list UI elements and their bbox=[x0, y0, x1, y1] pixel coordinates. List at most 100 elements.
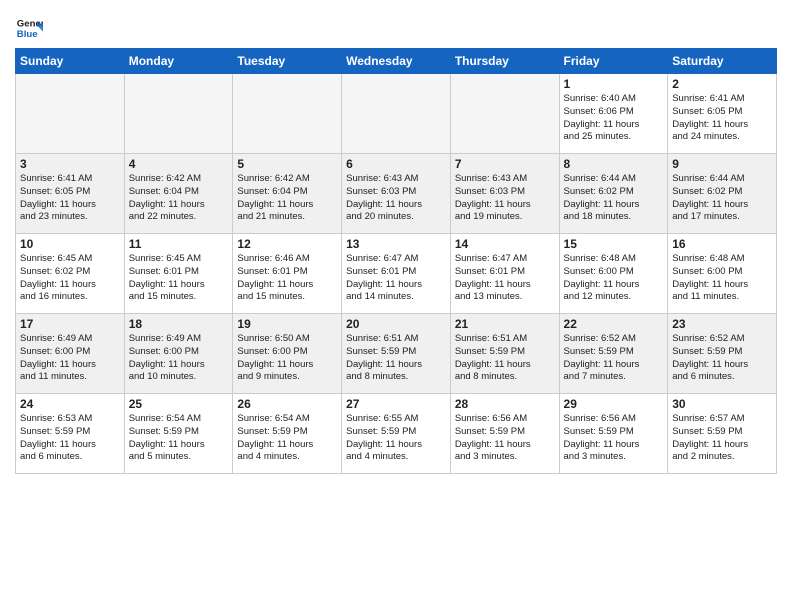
logo-icon: General Blue bbox=[15, 14, 43, 42]
day-number: 4 bbox=[129, 157, 229, 171]
day-number: 5 bbox=[237, 157, 337, 171]
calendar-cell: 16 Sunrise: 6:48 AMSunset: 6:00 PMDayligh… bbox=[668, 234, 777, 314]
day-info: Sunrise: 6:49 AMSunset: 6:00 PMDaylight:… bbox=[129, 333, 229, 384]
day-number: 30 bbox=[672, 397, 772, 411]
calendar-week-row: 3 Sunrise: 6:41 AMSunset: 6:05 PMDaylight… bbox=[16, 154, 777, 234]
day-info: Sunrise: 6:47 AMSunset: 6:01 PMDaylight:… bbox=[346, 253, 446, 304]
day-number: 25 bbox=[129, 397, 229, 411]
weekday-header-wednesday: Wednesday bbox=[342, 49, 451, 74]
day-number: 22 bbox=[564, 317, 664, 331]
calendar-week-row: 1 Sunrise: 6:40 AMSunset: 6:06 PMDaylight… bbox=[16, 74, 777, 154]
day-info: Sunrise: 6:42 AMSunset: 6:04 PMDaylight:… bbox=[129, 173, 229, 224]
day-number: 1 bbox=[564, 77, 664, 91]
day-number: 15 bbox=[564, 237, 664, 251]
weekday-header-saturday: Saturday bbox=[668, 49, 777, 74]
day-number: 23 bbox=[672, 317, 772, 331]
day-info: Sunrise: 6:46 AMSunset: 6:01 PMDaylight:… bbox=[237, 253, 337, 304]
day-info: Sunrise: 6:52 AMSunset: 5:59 PMDaylight:… bbox=[564, 333, 664, 384]
calendar-cell: 1 Sunrise: 6:40 AMSunset: 6:06 PMDaylight… bbox=[559, 74, 668, 154]
weekday-header-thursday: Thursday bbox=[450, 49, 559, 74]
calendar-cell bbox=[16, 74, 125, 154]
calendar-cell: 2 Sunrise: 6:41 AMSunset: 6:05 PMDaylight… bbox=[668, 74, 777, 154]
calendar-cell: 10 Sunrise: 6:45 AMSunset: 6:02 PMDayligh… bbox=[16, 234, 125, 314]
day-info: Sunrise: 6:51 AMSunset: 5:59 PMDaylight:… bbox=[455, 333, 555, 384]
weekday-header-monday: Monday bbox=[124, 49, 233, 74]
day-info: Sunrise: 6:56 AMSunset: 5:59 PMDaylight:… bbox=[564, 413, 664, 464]
day-info: Sunrise: 6:52 AMSunset: 5:59 PMDaylight:… bbox=[672, 333, 772, 384]
weekday-header-tuesday: Tuesday bbox=[233, 49, 342, 74]
day-number: 10 bbox=[20, 237, 120, 251]
calendar-cell: 28Sunrise: 6:56 AMSunset: 5:59 PMDayligh… bbox=[450, 394, 559, 474]
day-number: 14 bbox=[455, 237, 555, 251]
day-number: 9 bbox=[672, 157, 772, 171]
calendar-cell: 12 Sunrise: 6:46 AMSunset: 6:01 PMDayligh… bbox=[233, 234, 342, 314]
weekday-header-sunday: Sunday bbox=[16, 49, 125, 74]
day-number: 27 bbox=[346, 397, 446, 411]
calendar-week-row: 24 Sunrise: 6:53 AMSunset: 5:59 PMDayligh… bbox=[16, 394, 777, 474]
calendar-cell: 3 Sunrise: 6:41 AMSunset: 6:05 PMDaylight… bbox=[16, 154, 125, 234]
calendar-cell: 27 Sunrise: 6:55 AMSunset: 5:59 PMDayligh… bbox=[342, 394, 451, 474]
calendar-cell: 24 Sunrise: 6:53 AMSunset: 5:59 PMDayligh… bbox=[16, 394, 125, 474]
calendar-week-row: 10 Sunrise: 6:45 AMSunset: 6:02 PMDayligh… bbox=[16, 234, 777, 314]
calendar-cell: 25Sunrise: 6:54 AMSunset: 5:59 PMDayligh… bbox=[124, 394, 233, 474]
day-info: Sunrise: 6:44 AMSunset: 6:02 PMDaylight:… bbox=[564, 173, 664, 224]
logo: General Blue bbox=[15, 14, 45, 42]
day-info: Sunrise: 6:55 AMSunset: 5:59 PMDaylight:… bbox=[346, 413, 446, 464]
day-info: Sunrise: 6:48 AMSunset: 6:00 PMDaylight:… bbox=[564, 253, 664, 304]
day-number: 6 bbox=[346, 157, 446, 171]
calendar-cell bbox=[233, 74, 342, 154]
day-info: Sunrise: 6:47 AMSunset: 6:01 PMDaylight:… bbox=[455, 253, 555, 304]
day-info: Sunrise: 6:44 AMSunset: 6:02 PMDaylight:… bbox=[672, 173, 772, 224]
day-info: Sunrise: 6:43 AMSunset: 6:03 PMDaylight:… bbox=[346, 173, 446, 224]
calendar-cell: 18 Sunrise: 6:49 AMSunset: 6:00 PMDayligh… bbox=[124, 314, 233, 394]
calendar-cell: 11 Sunrise: 6:45 AMSunset: 6:01 PMDayligh… bbox=[124, 234, 233, 314]
calendar-cell: 9 Sunrise: 6:44 AMSunset: 6:02 PMDaylight… bbox=[668, 154, 777, 234]
calendar-cell: 8 Sunrise: 6:44 AMSunset: 6:02 PMDaylight… bbox=[559, 154, 668, 234]
day-info: Sunrise: 6:53 AMSunset: 5:59 PMDaylight:… bbox=[20, 413, 120, 464]
day-number: 19 bbox=[237, 317, 337, 331]
day-info: Sunrise: 6:48 AMSunset: 6:00 PMDaylight:… bbox=[672, 253, 772, 304]
day-info: Sunrise: 6:45 AMSunset: 6:01 PMDaylight:… bbox=[129, 253, 229, 304]
day-number: 8 bbox=[564, 157, 664, 171]
day-number: 11 bbox=[129, 237, 229, 251]
day-number: 28 bbox=[455, 397, 555, 411]
day-info: Sunrise: 6:54 AMSunset: 5:59 PMDaylight:… bbox=[237, 413, 337, 464]
day-info: Sunrise: 6:57 AMSunset: 5:59 PMDaylight:… bbox=[672, 413, 772, 464]
day-number: 12 bbox=[237, 237, 337, 251]
calendar-cell: 6 Sunrise: 6:43 AMSunset: 6:03 PMDaylight… bbox=[342, 154, 451, 234]
calendar-cell bbox=[450, 74, 559, 154]
calendar-cell bbox=[342, 74, 451, 154]
day-number: 26 bbox=[237, 397, 337, 411]
calendar-cell: 20Sunrise: 6:51 AMSunset: 5:59 PMDayligh… bbox=[342, 314, 451, 394]
day-number: 16 bbox=[672, 237, 772, 251]
calendar-cell: 17 Sunrise: 6:49 AMSunset: 6:00 PMDayligh… bbox=[16, 314, 125, 394]
calendar-cell: 21 Sunrise: 6:51 AMSunset: 5:59 PMDayligh… bbox=[450, 314, 559, 394]
calendar-week-row: 17 Sunrise: 6:49 AMSunset: 6:00 PMDayligh… bbox=[16, 314, 777, 394]
header: General Blue bbox=[15, 10, 777, 42]
day-number: 21 bbox=[455, 317, 555, 331]
day-number: 20 bbox=[346, 317, 446, 331]
day-info: Sunrise: 6:42 AMSunset: 6:04 PMDaylight:… bbox=[237, 173, 337, 224]
calendar-cell: 22 Sunrise: 6:52 AMSunset: 5:59 PMDayligh… bbox=[559, 314, 668, 394]
day-info: Sunrise: 6:45 AMSunset: 6:02 PMDaylight:… bbox=[20, 253, 120, 304]
weekday-header-row: SundayMondayTuesdayWednesdayThursdayFrid… bbox=[16, 49, 777, 74]
day-number: 24 bbox=[20, 397, 120, 411]
calendar-cell: 23 Sunrise: 6:52 AMSunset: 5:59 PMDayligh… bbox=[668, 314, 777, 394]
day-number: 2 bbox=[672, 77, 772, 91]
day-number: 18 bbox=[129, 317, 229, 331]
day-info: Sunrise: 6:40 AMSunset: 6:06 PMDaylight:… bbox=[564, 93, 664, 144]
day-number: 3 bbox=[20, 157, 120, 171]
calendar-cell: 5 Sunrise: 6:42 AMSunset: 6:04 PMDaylight… bbox=[233, 154, 342, 234]
day-number: 17 bbox=[20, 317, 120, 331]
day-info: Sunrise: 6:43 AMSunset: 6:03 PMDaylight:… bbox=[455, 173, 555, 224]
calendar-cell: 26 Sunrise: 6:54 AMSunset: 5:59 PMDayligh… bbox=[233, 394, 342, 474]
day-number: 7 bbox=[455, 157, 555, 171]
day-info: Sunrise: 6:41 AMSunset: 6:05 PMDaylight:… bbox=[20, 173, 120, 224]
calendar-cell: 29 Sunrise: 6:56 AMSunset: 5:59 PMDayligh… bbox=[559, 394, 668, 474]
svg-text:Blue: Blue bbox=[17, 29, 38, 40]
calendar-cell: 15 Sunrise: 6:48 AMSunset: 6:00 PMDayligh… bbox=[559, 234, 668, 314]
day-info: Sunrise: 6:41 AMSunset: 6:05 PMDaylight:… bbox=[672, 93, 772, 144]
weekday-header-friday: Friday bbox=[559, 49, 668, 74]
day-number: 29 bbox=[564, 397, 664, 411]
day-info: Sunrise: 6:49 AMSunset: 6:00 PMDaylight:… bbox=[20, 333, 120, 384]
